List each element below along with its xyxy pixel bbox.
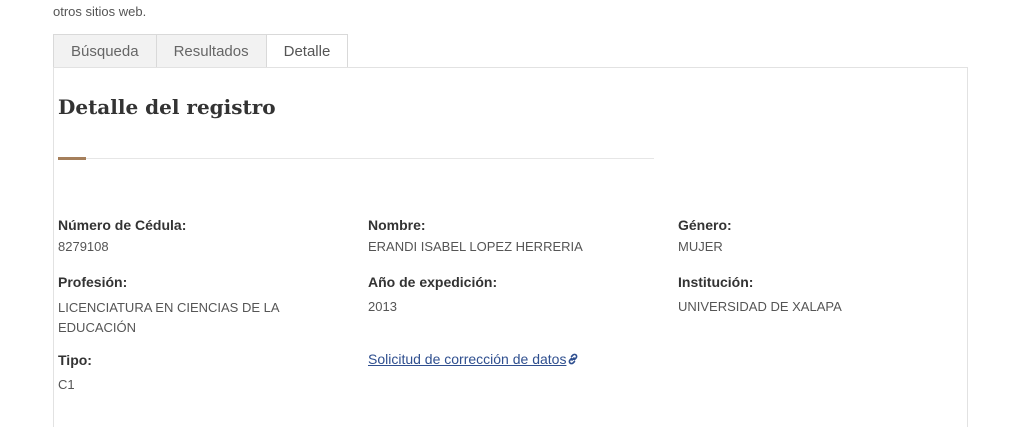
genero-value: MUJER xyxy=(678,239,723,254)
cedula-label: Número de Cédula: xyxy=(58,217,187,233)
field-cedula: Número de Cédula: 8279108 xyxy=(58,216,186,256)
tipo-label: Tipo: xyxy=(58,352,92,368)
nombre-value: ERANDI ISABEL LOPEZ HERRERIA xyxy=(368,239,583,254)
anio-value: 2013 xyxy=(368,299,397,314)
field-genero: Género: MUJER xyxy=(678,216,732,256)
title-accent-rule xyxy=(58,157,86,160)
anio-label: Año de expedición: xyxy=(368,274,498,290)
field-institucion: Institución: UNIVERSIDAD DE XALAPA xyxy=(678,273,842,316)
correction-link-wrapper: Solicitud de corrección de datos xyxy=(368,351,579,369)
intro-line2: otros sitios web. xyxy=(53,4,147,19)
field-nombre: Nombre: ERANDI ISABEL LOPEZ HERRERIA xyxy=(368,216,583,256)
institucion-label: Institución: xyxy=(678,274,754,290)
link-icon xyxy=(567,352,579,367)
profesion-value: LICENCIATURA EN CIENCIAS DE LA EDUCACIÓN xyxy=(58,298,280,338)
field-tipo: Tipo: C1 xyxy=(58,351,92,394)
title-divider xyxy=(86,158,654,159)
page-title: Detalle del registro xyxy=(58,95,276,119)
field-anio: Año de expedición: 2013 xyxy=(368,273,497,316)
nombre-label: Nombre: xyxy=(368,217,426,233)
tipo-value: C1 xyxy=(58,377,75,392)
correction-link[interactable]: Solicitud de corrección de datos xyxy=(368,351,566,367)
tab-resultados[interactable]: Resultados xyxy=(155,34,267,67)
intro-text: otros sitios web. xyxy=(53,0,146,20)
profesion-value-line2: EDUCACIÓN xyxy=(58,320,137,335)
tab-detalle[interactable]: Detalle xyxy=(265,34,349,69)
institucion-value: UNIVERSIDAD DE XALAPA xyxy=(678,299,842,314)
profesion-label: Profesión: xyxy=(58,274,128,290)
field-profesion: Profesión: LICENCIATURA EN CIENCIAS DE L… xyxy=(58,273,280,338)
genero-label: Género: xyxy=(678,217,732,233)
cedula-value: 8279108 xyxy=(58,239,109,254)
tab-bar: Búsqueda Resultados Detalle xyxy=(53,34,349,69)
profesion-value-line1: LICENCIATURA EN CIENCIAS DE LA xyxy=(58,300,280,315)
tab-busqueda[interactable]: Búsqueda xyxy=(53,34,157,67)
